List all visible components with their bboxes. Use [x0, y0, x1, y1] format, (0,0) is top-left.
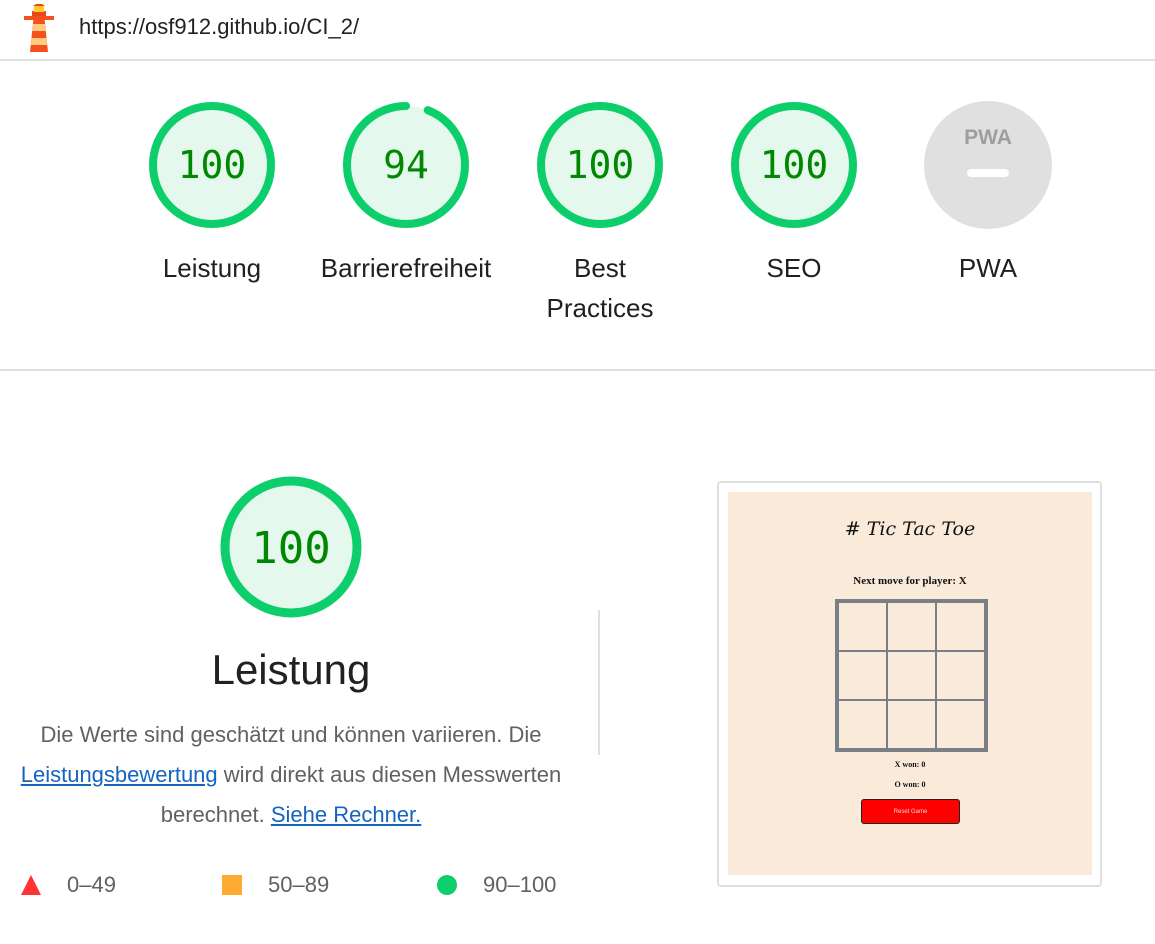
gauge-ring: 94	[343, 102, 469, 228]
performance-title: Leistung	[211, 646, 371, 693]
triangle-icon	[21, 875, 41, 895]
board-cell	[838, 651, 887, 700]
square-icon	[222, 875, 242, 895]
gauge-score: 100	[760, 143, 829, 187]
gauge-seo[interactable]: 100 SEO	[697, 100, 891, 288]
score-legend: 0–49 50–89 90–100	[0, 872, 600, 902]
gauge-label: Barrierefreiheit	[320, 253, 492, 283]
description-text: Die Werte sind geschätzt und können vari…	[40, 722, 542, 747]
board-cell	[936, 700, 985, 749]
gauge-best-practices[interactable]: 100 Best Practices	[503, 100, 697, 328]
gauge-pwa[interactable]: PWA PWA	[891, 100, 1085, 288]
scoring-link[interactable]: Leistungsbewertung	[21, 762, 218, 787]
gauge-score: 100	[566, 143, 635, 187]
gauge-label: PWA	[958, 253, 1018, 283]
performance-gauge: 100	[220, 476, 362, 618]
board-cell	[838, 602, 887, 651]
legend-average: 50–89	[222, 872, 329, 898]
gauge-performance[interactable]: 100 Leistung	[115, 100, 309, 288]
page-url[interactable]: https://osf912.github.io/CI_2/	[79, 14, 359, 40]
legend-range: 0–49	[67, 872, 116, 897]
board-cell	[887, 602, 936, 651]
gauge-ring: 100	[149, 102, 275, 228]
lighthouse-logo-icon	[24, 4, 54, 52]
final-screenshot[interactable]: # Tic Tac Toe Next move for player: X X …	[717, 481, 1102, 887]
legend-fail: 0–49	[21, 872, 116, 898]
board-cell	[887, 700, 936, 749]
game-board	[835, 599, 988, 752]
gauge-ring: 100	[731, 102, 857, 228]
top-bar: https://osf912.github.io/CI_2/	[0, 0, 1155, 61]
legend-range: 90–100	[483, 872, 557, 897]
gauge-label: Best Practices	[546, 253, 654, 323]
gauge-score: 94	[383, 143, 429, 187]
section-divider	[0, 369, 1155, 371]
board-cell	[887, 651, 936, 700]
legend-range: 50–89	[268, 872, 330, 897]
game-title: # Tic Tac Toe	[844, 518, 976, 540]
x-score-text: X won: 0	[894, 760, 926, 769]
next-move-text: Next move for player: X	[853, 575, 967, 587]
pwa-badge-icon: PWA	[924, 101, 1052, 229]
board-cell	[936, 651, 985, 700]
reset-game-button: Reset Game	[861, 799, 960, 824]
board-cell	[936, 602, 985, 651]
pwa-badge-text: PWA	[964, 126, 1012, 149]
performance-description: Die Werte sind geschätzt und können vari…	[0, 715, 582, 835]
gauge-accessibility[interactable]: 94 Barrierefreiheit	[309, 100, 503, 288]
circle-icon	[437, 875, 457, 895]
screenshot-page: # Tic Tac Toe Next move for player: X X …	[728, 492, 1092, 875]
calculator-link[interactable]: Siehe Rechner.	[271, 802, 421, 827]
board-cell	[838, 700, 887, 749]
legend-pass: 90–100	[437, 872, 556, 898]
performance-score: 100	[251, 523, 330, 574]
category-gauges: 100 Leistung 94 Barrierefreiheit 100 Bes…	[0, 100, 1155, 330]
gauge-score: 100	[178, 143, 247, 187]
o-score-text: O won: 0	[894, 780, 926, 789]
gauge-label: Leistung	[162, 253, 262, 283]
gauge-ring: 100	[537, 102, 663, 228]
vertical-divider	[598, 610, 600, 755]
gauge-label: SEO	[766, 253, 822, 283]
